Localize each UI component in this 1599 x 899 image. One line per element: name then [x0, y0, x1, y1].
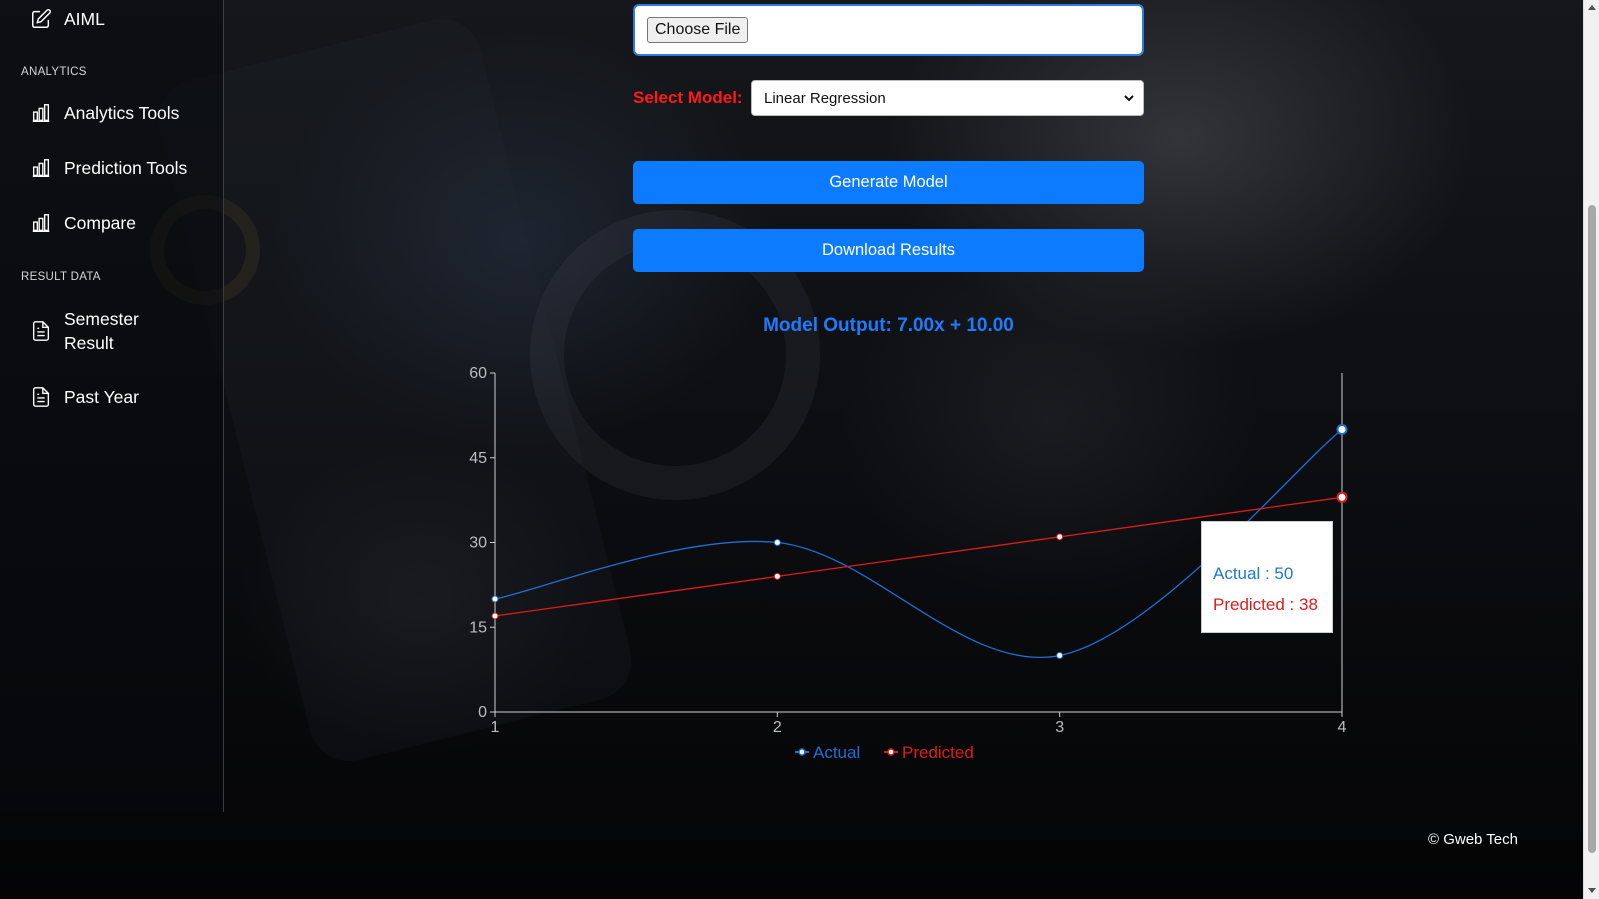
- data-point-actual: [1336, 424, 1348, 435]
- data-point-actual: [1056, 652, 1064, 659]
- footer-copyright: © Gweb Tech: [1428, 831, 1518, 848]
- sidebar-item-label: Semester Result: [64, 309, 139, 353]
- y-tick-label: 45: [469, 450, 487, 467]
- legend-label-actual: Actual: [813, 743, 860, 762]
- data-point-predicted: [773, 572, 781, 580]
- sidebar-item-label: Prediction Tools: [64, 157, 188, 178]
- x-tick-label: 3: [1055, 719, 1064, 736]
- edit-icon: [32, 9, 51, 28]
- tooltip-predicted: Predicted : 38: [1213, 595, 1318, 614]
- model-select-value: Linear Regression: [764, 89, 886, 107]
- bar-chart-icon: [32, 104, 50, 122]
- scroll-up-arrow-icon[interactable]: [1588, 5, 1596, 10]
- document-icon: [32, 387, 50, 407]
- legend-marker-point: [887, 748, 895, 756]
- section-title-analytics: ANALYTICS: [21, 66, 87, 78]
- legend-label-predicted: Predicted: [902, 743, 974, 762]
- sidebar-item-label: AIML: [64, 8, 105, 29]
- sidebar-item-aiml[interactable]: AIML: [30, 8, 105, 30]
- model-select[interactable]: Linear Regression: [751, 80, 1144, 116]
- generate-model-button[interactable]: Generate Model: [633, 161, 1144, 204]
- chevron-down-icon: [1124, 95, 1134, 102]
- data-point-predicted: [491, 612, 499, 620]
- data-point-actual: [773, 539, 781, 546]
- x-tick-label: 1: [491, 719, 500, 736]
- y-tick-label: 30: [469, 535, 487, 552]
- choose-file-button[interactable]: Choose File: [647, 17, 749, 43]
- scrollbar-thumb[interactable]: [1588, 205, 1596, 853]
- sidebar-item-semester-result[interactable]: Semester Result: [30, 307, 174, 355]
- vertical-scrollbar[interactable]: [1583, 0, 1599, 899]
- file-input[interactable]: Choose File: [633, 4, 1144, 56]
- sidebar-item-past-year[interactable]: Past Year: [30, 386, 139, 408]
- sidebar-item-label: Past Year: [64, 386, 139, 407]
- data-point-actual: [491, 595, 499, 603]
- y-tick-label: 15: [469, 619, 487, 636]
- model-output-heading: Model Output: 7.00x + 10.00: [763, 315, 1014, 336]
- chart-tooltip: Actual : 50 Predicted : 38: [1201, 521, 1333, 633]
- x-tick-label: 2: [773, 719, 782, 736]
- legend-marker-point: [798, 748, 806, 756]
- select-model-label: Select Model:: [633, 88, 743, 107]
- download-results-button[interactable]: Download Results: [633, 229, 1144, 272]
- document-icon: [32, 321, 50, 341]
- sidebar-item-analytics-tools[interactable]: Analytics Tools: [30, 102, 179, 124]
- y-tick-label: 0: [478, 704, 487, 721]
- sidebar-item-label: Analytics Tools: [64, 102, 180, 123]
- tooltip-actual: Actual : 50: [1213, 564, 1294, 583]
- sidebar-item-compare[interactable]: Compare: [30, 212, 136, 234]
- sidebar-item-label: Compare: [64, 212, 136, 233]
- data-point-predicted: [1056, 533, 1064, 541]
- y-tick-label: 60: [469, 365, 487, 382]
- sidebar: AIML ANALYTICS Analytics Tools Predictio…: [0, 0, 224, 812]
- section-title-result-data: RESULT DATA: [21, 271, 101, 283]
- sidebar-item-prediction-tools[interactable]: Prediction Tools: [30, 157, 187, 179]
- data-point-predicted: [1336, 491, 1348, 503]
- scroll-down-arrow-icon[interactable]: [1588, 888, 1596, 893]
- bar-chart-icon: [32, 159, 50, 177]
- bar-chart-icon: [32, 214, 50, 232]
- x-tick-label: 4: [1338, 719, 1347, 736]
